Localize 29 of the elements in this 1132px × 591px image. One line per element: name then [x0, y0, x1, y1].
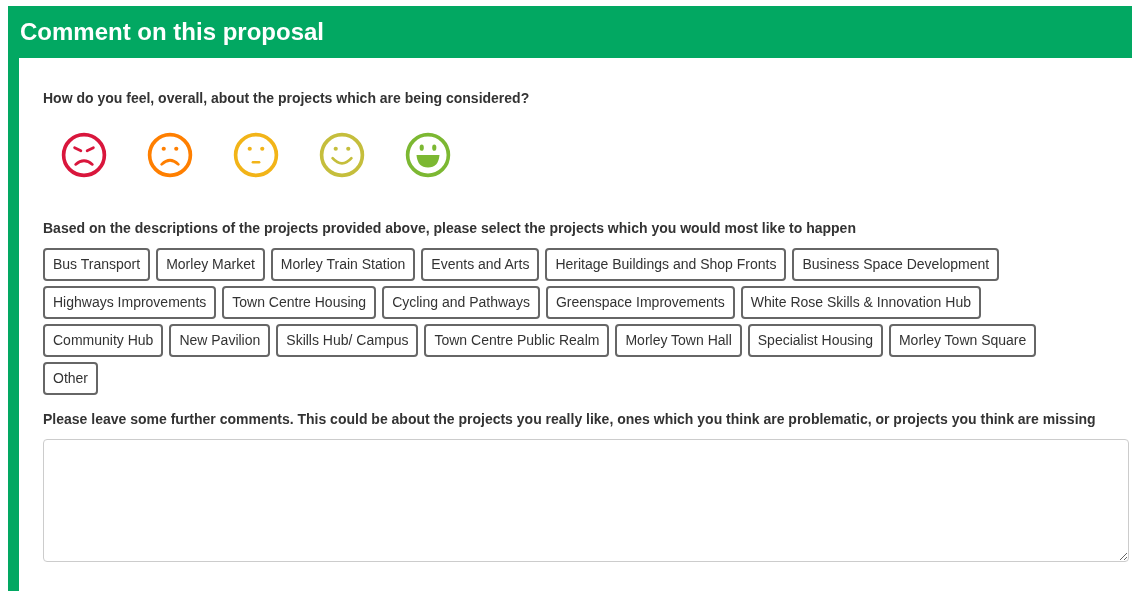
- smile-face-icon[interactable]: [319, 132, 365, 178]
- sad-face-icon[interactable]: [147, 132, 193, 178]
- project-option[interactable]: Cycling and Pathways: [382, 286, 540, 319]
- question-label: Please leave some further comments. This could be about the projects you really like, ones which you think are problematic, or projects you think are missing: [43, 410, 1097, 429]
- grin-face-icon[interactable]: [405, 132, 451, 178]
- question-label: How do you feel, overall, about the projects which are being considered?: [43, 89, 531, 108]
- project-option[interactable]: Highways Improvements: [43, 286, 217, 319]
- section-title: Comment on this proposal: [19, 17, 325, 47]
- project-option[interactable]: Bus Transport: [43, 248, 151, 281]
- project-option[interactable]: Morley Town Square: [888, 324, 1037, 357]
- question-label: Based on the descriptions of the projects provided above, please select the projects which you would most like to happen: [43, 219, 857, 238]
- project-option[interactable]: Business Space Development: [792, 248, 1000, 281]
- project-option[interactable]: Specialist Housing: [747, 324, 883, 357]
- project-option[interactable]: Greenspace Improvements: [545, 286, 735, 319]
- project-option[interactable]: Other: [43, 362, 98, 395]
- project-option[interactable]: Town Centre Public Realm: [424, 324, 610, 357]
- project-option[interactable]: New Pavilion: [169, 324, 271, 357]
- project-option[interactable]: Community Hub: [43, 324, 164, 357]
- project-option[interactable]: Town Centre Housing: [222, 286, 377, 319]
- comments-field[interactable]: [43, 439, 1129, 562]
- project-option[interactable]: Morley Town Hall: [615, 324, 742, 357]
- project-option[interactable]: Morley Market: [156, 248, 265, 281]
- project-option[interactable]: Events and Arts: [421, 248, 540, 281]
- project-option[interactable]: Heritage Buildings and Shop Fronts: [545, 248, 787, 281]
- angry-face-icon[interactable]: [61, 132, 107, 178]
- project-option[interactable]: Morley Train Station: [270, 248, 416, 281]
- project-option[interactable]: Skills Hub/ Campus: [276, 324, 419, 357]
- project-option[interactable]: White Rose Skills & Innovation Hub: [740, 286, 981, 319]
- neutral-face-icon[interactable]: [233, 132, 279, 178]
